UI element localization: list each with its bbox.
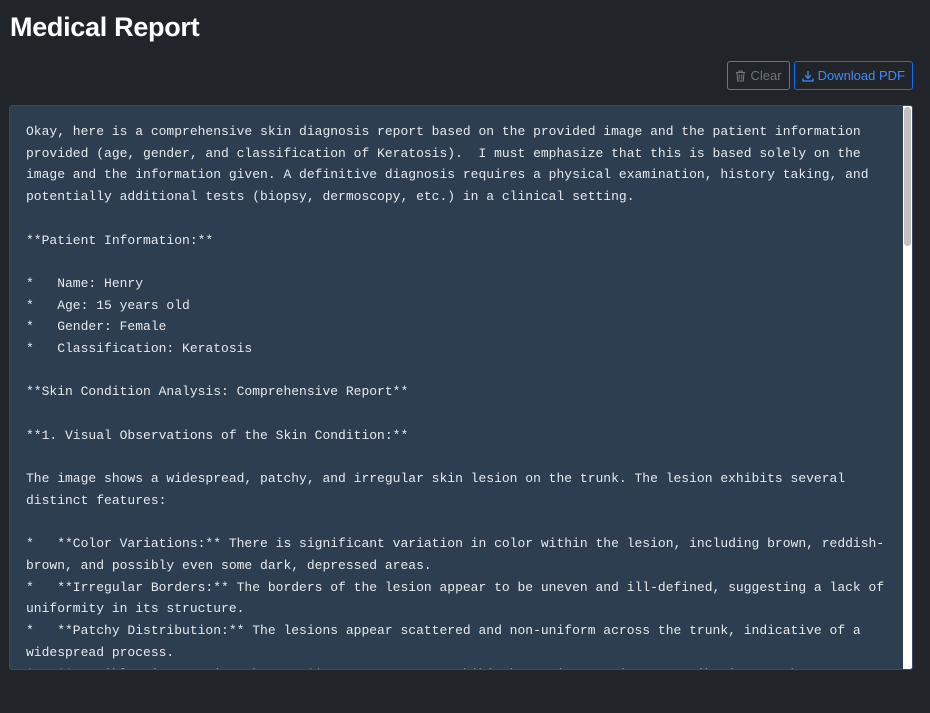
download-pdf-button[interactable]: Download PDF bbox=[793, 61, 913, 90]
medical-report-page: Medical Report Clear Download PDF Okay, … bbox=[0, 0, 930, 713]
download-pdf-label: Download PDF bbox=[817, 68, 905, 83]
report-toolbar: Clear Download PDF bbox=[727, 61, 913, 90]
download-icon bbox=[801, 70, 814, 82]
trash-icon bbox=[735, 69, 746, 82]
scrollbar-thumb[interactable] bbox=[904, 107, 911, 246]
report-output-panel[interactable]: Okay, here is a comprehensive skin diagn… bbox=[9, 105, 913, 670]
vertical-scrollbar[interactable] bbox=[903, 106, 912, 669]
page-title: Medical Report bbox=[10, 12, 200, 42]
clear-button[interactable]: Clear bbox=[727, 61, 790, 90]
report-text: Okay, here is a comprehensive skin diagn… bbox=[26, 124, 885, 669]
clear-button-label: Clear bbox=[750, 68, 782, 83]
